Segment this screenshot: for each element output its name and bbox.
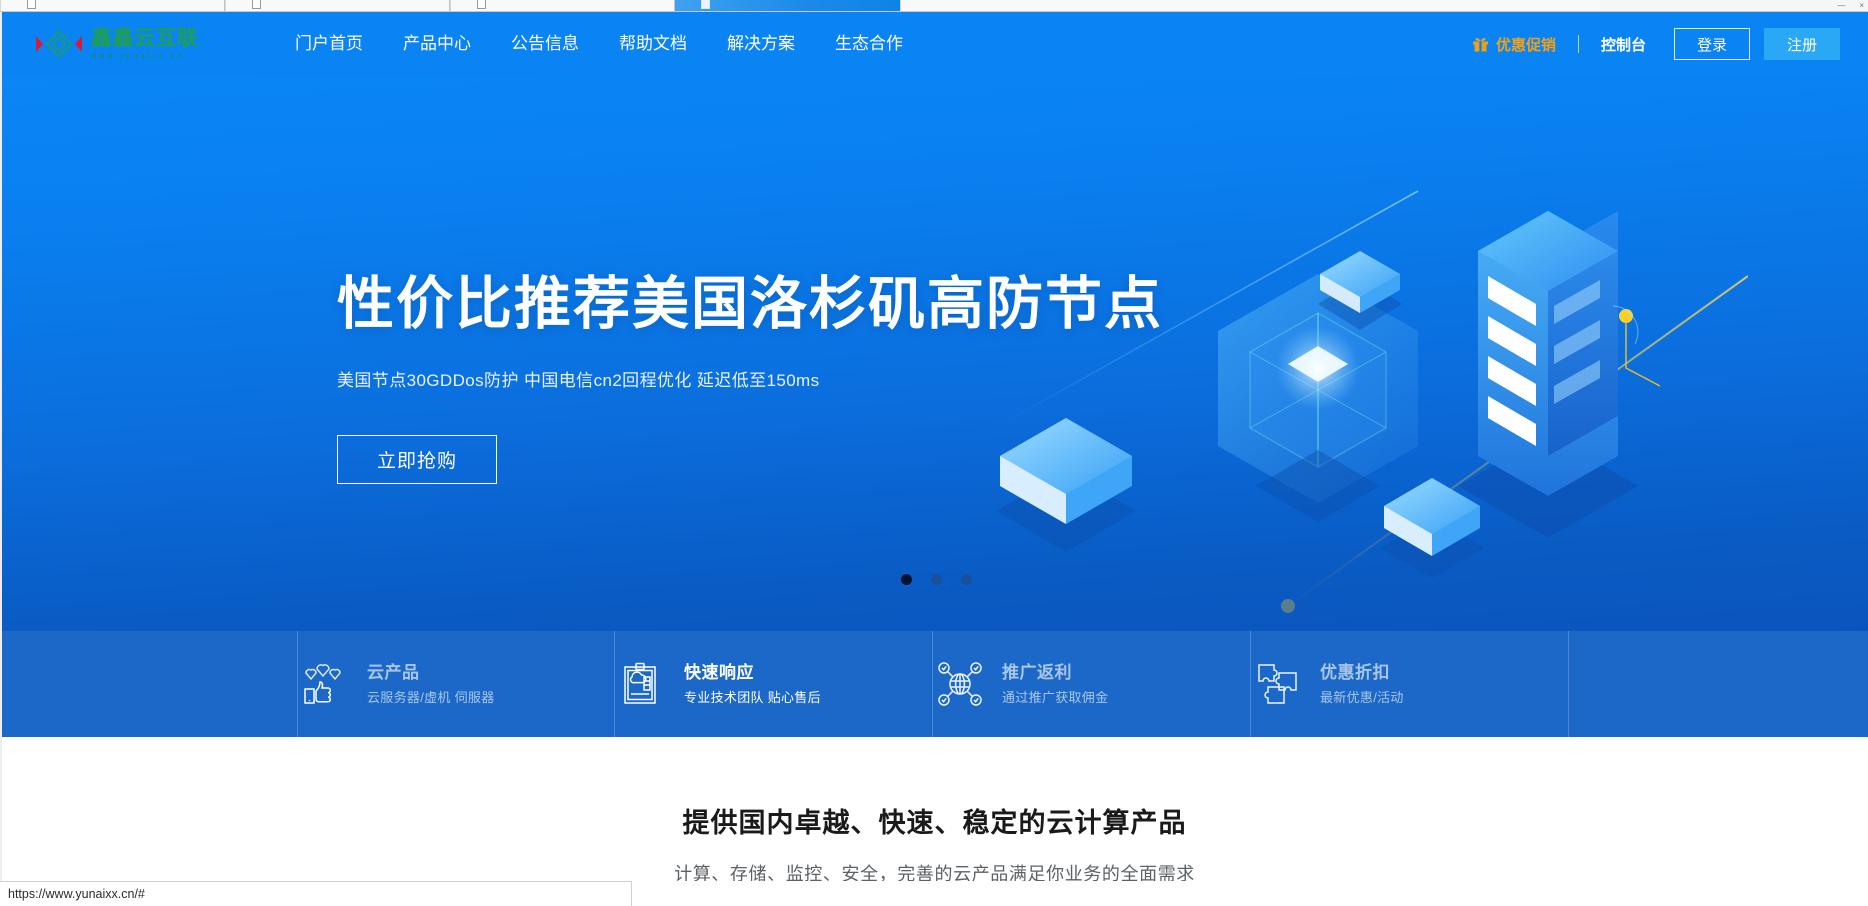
- globe-network-icon: [937, 661, 983, 707]
- puzzle-icon: [1255, 661, 1301, 707]
- viewport-left-edge: [0, 12, 2, 881]
- page-viewport: 鑫鑫云互联 www.yunaixx.cn 门户首页 产品中心 公告信息 帮助文档…: [0, 12, 1868, 881]
- hero-subtitle: 美国节点30GDDos防护 中国电信cn2回程优化 延迟低至150ms: [337, 366, 1163, 391]
- carousel-dot-1[interactable]: [901, 574, 912, 585]
- nav-item-solutions[interactable]: 解决方案: [707, 12, 815, 76]
- feature-title: 优惠折扣: [1320, 661, 1404, 686]
- tab-favicon-icon: [701, 0, 710, 9]
- products-section: 提供国内卓越、快速、稳定的云计算产品 计算、存储、监控、安全，完善的云产品满足你…: [1, 737, 1868, 881]
- window-controls: — ×: [1837, 2, 1864, 10]
- header-actions: 优惠促销 控制台 登录 注册: [1472, 28, 1840, 60]
- gift-icon: [1472, 36, 1489, 52]
- browser-tab[interactable]: [0, 0, 225, 11]
- nav-item-announcements[interactable]: 公告信息: [491, 12, 599, 76]
- nav-item-help-docs[interactable]: 帮助文档: [599, 12, 707, 76]
- feature-cell-cloud-products[interactable]: 云产品 云服务器/虚机 伺服器: [297, 631, 615, 737]
- minimize-icon[interactable]: —: [1837, 2, 1845, 10]
- buy-now-button[interactable]: 立即抢购: [337, 435, 497, 484]
- diamond-logo-icon: [33, 27, 85, 61]
- hero-title: 性价比推荐美国洛杉矶高防节点: [337, 272, 1163, 338]
- carousel-dot-3[interactable]: [961, 574, 972, 585]
- feature-desc: 通过推广获取佣金: [1002, 688, 1108, 708]
- status-url: https://www.yunaixx.cn/#: [8, 887, 145, 901]
- nav-item-ecosystem[interactable]: 生态合作: [815, 12, 923, 76]
- feature-cell-discounts[interactable]: 优惠折扣 最新优惠/活动: [1251, 631, 1569, 737]
- feature-title: 推广返利: [1002, 661, 1108, 686]
- section-title: 提供国内卓越、快速、稳定的云计算产品: [1, 801, 1868, 840]
- feature-title: 云产品: [367, 661, 495, 686]
- logo-subtext: www.yunaixx.cn: [91, 53, 199, 60]
- hero-banner: 性价比推荐美国洛杉矶高防节点 美国节点30GDDos防护 中国电信cn2回程优化…: [1, 76, 1868, 631]
- feature-strip: 云产品 云服务器/虚机 伺服器 快速响应 专业技术团队 贴心售后: [1, 631, 1868, 737]
- browser-tab-strip: — ×: [0, 0, 1868, 12]
- main-navigation: 门户首页 产品中心 公告信息 帮助文档 解决方案 生态合作: [275, 12, 923, 76]
- feature-title: 快速响应: [684, 661, 821, 686]
- clipboard-cloud-icon: [619, 661, 665, 707]
- logo-text: 鑫鑫云互联: [91, 28, 199, 49]
- browser-tab[interactable]: [900, 0, 1600, 11]
- hero-copy: 性价比推荐美国洛杉矶高防节点 美国节点30GDDos防护 中国电信cn2回程优化…: [337, 272, 1163, 484]
- feature-cell-fast-response[interactable]: 快速响应 专业技术团队 贴心售后: [615, 631, 933, 737]
- close-icon[interactable]: ×: [1859, 2, 1864, 10]
- feature-cell-referral-rebate[interactable]: 推广返利 通过推广获取佣金: [933, 631, 1251, 737]
- carousel-dot-2[interactable]: [931, 574, 942, 585]
- browser-tab[interactable]: [225, 0, 450, 11]
- console-link[interactable]: 控制台: [1601, 34, 1646, 55]
- tab-favicon-icon: [477, 0, 486, 9]
- hero-content: 性价比推荐美国洛杉矶高防节点 美国节点30GDDos防护 中国电信cn2回程优化…: [1, 76, 1868, 631]
- browser-tab-active[interactable]: [675, 0, 900, 11]
- feature-desc: 最新优惠/活动: [1320, 688, 1404, 708]
- header-divider: [1578, 35, 1579, 53]
- promo-label: 优惠促销: [1496, 34, 1556, 55]
- carousel-pagination: [901, 574, 972, 585]
- site-logo[interactable]: 鑫鑫云互联 www.yunaixx.cn: [33, 27, 223, 61]
- nav-item-product-center[interactable]: 产品中心: [383, 12, 491, 76]
- browser-tab[interactable]: [450, 0, 675, 11]
- nav-item-portal-home[interactable]: 门户首页: [275, 12, 383, 76]
- tab-favicon-icon: [27, 0, 36, 9]
- thumbs-up-hearts-icon: [302, 661, 348, 707]
- promo-link[interactable]: 优惠促销: [1472, 34, 1556, 55]
- tab-favicon-icon: [252, 0, 261, 9]
- feature-desc: 专业技术团队 贴心售后: [684, 688, 821, 708]
- site-header: 鑫鑫云互联 www.yunaixx.cn 门户首页 产品中心 公告信息 帮助文档…: [1, 12, 1868, 76]
- browser-status-bar: https://www.yunaixx.cn/#: [0, 881, 632, 906]
- section-subtitle: 计算、存储、监控、安全，完善的云产品满足你业务的全面需求: [1, 860, 1868, 881]
- register-button[interactable]: 注册: [1764, 28, 1840, 60]
- feature-desc: 云服务器/虚机 伺服器: [367, 688, 495, 708]
- login-button[interactable]: 登录: [1674, 28, 1750, 60]
